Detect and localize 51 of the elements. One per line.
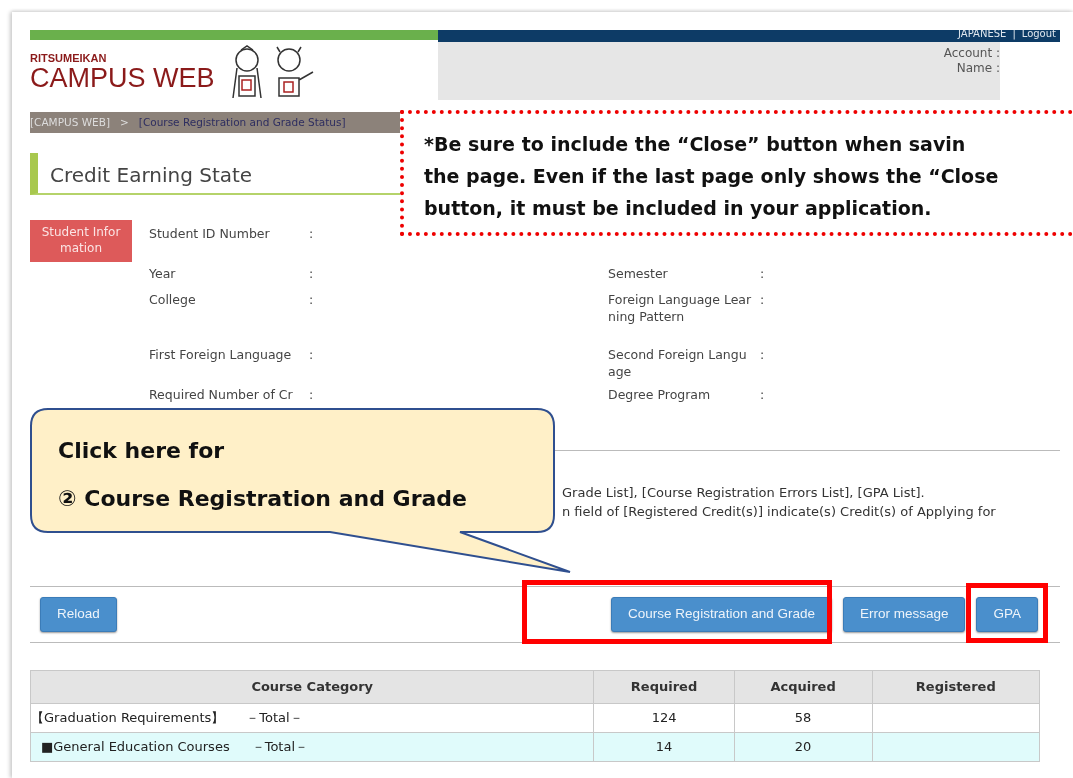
field-label: Student ID Number (149, 225, 271, 242)
category-name: 【Graduation Requirements】 (31, 710, 225, 726)
column-header: Registered (872, 670, 1040, 704)
logo-subtitle: RITSUMEIKAN (30, 52, 108, 64)
column-header: Required (594, 670, 735, 704)
action-button[interactable]: GPA (976, 597, 1038, 632)
field-separator: : (760, 265, 766, 283)
field-label: Required Number of Cr (149, 386, 294, 403)
field-separator: : (760, 291, 766, 309)
separator: | (1012, 30, 1016, 42)
field-separator: : (309, 346, 315, 364)
field-separator: : (309, 291, 315, 309)
table-cell: 58 (734, 703, 873, 733)
field-label: Foreign Language Learning Pattern (608, 291, 753, 325)
field-separator: : (309, 225, 315, 243)
note-text: Grade List], [Course Registration Errors List], [GPA List]. (562, 485, 925, 500)
account-label: Account : (942, 46, 1000, 61)
callout-text: ② Course Registration and Grade (58, 485, 468, 513)
breadcrumb-link[interactable]: [Course Registration and Grade Status] (138, 114, 346, 131)
breadcrumb-link[interactable]: [CAMPUS WEB] (30, 114, 110, 131)
section-label: Student Information (30, 220, 132, 262)
callout-text: Click here for (58, 437, 225, 465)
field-label: Year (149, 265, 177, 282)
action-button[interactable]: Reload (40, 597, 117, 632)
table-cell: 20 (734, 732, 873, 762)
action-button[interactable]: Error message (842, 597, 966, 632)
table-cell: 124 (594, 703, 735, 733)
column-header: Acquired (734, 670, 873, 704)
logo-title: CAMPUS WEB (30, 64, 215, 92)
category-name: ■General Education Courses (41, 739, 230, 755)
field-label: Second Foreign Language (608, 346, 748, 380)
field-label: Degree Program (608, 386, 712, 403)
header-link[interactable]: JAPANESE (958, 30, 1007, 42)
field-label: First Foreign Language (149, 346, 293, 363)
note-line: the page. Even if the last page only shows the “Close (424, 165, 999, 187)
table-cell: 14 (594, 732, 735, 762)
field-separator: : (309, 265, 315, 283)
field-separator: : (760, 386, 766, 404)
field-label: Semester (608, 265, 669, 282)
name-label: Name : (955, 61, 1000, 76)
field-separator: : (760, 346, 766, 364)
note-line: *Be sure to include the “Close” button when savin (424, 133, 966, 155)
header-link[interactable]: Logout (1021, 30, 1056, 42)
field-label: College (149, 291, 197, 308)
note-text: n field of [Registered Credit(s)] indicate(s) Credit(s) of Applying for (562, 504, 996, 519)
column-header: Course Category (30, 670, 594, 704)
total-label: －Total－ (246, 710, 303, 726)
breadcrumb-separator: > (120, 114, 129, 130)
note-line: button, it must be included in your application. (424, 197, 932, 219)
total-label: －Total－ (251, 739, 309, 755)
field-separator: : (309, 386, 315, 404)
